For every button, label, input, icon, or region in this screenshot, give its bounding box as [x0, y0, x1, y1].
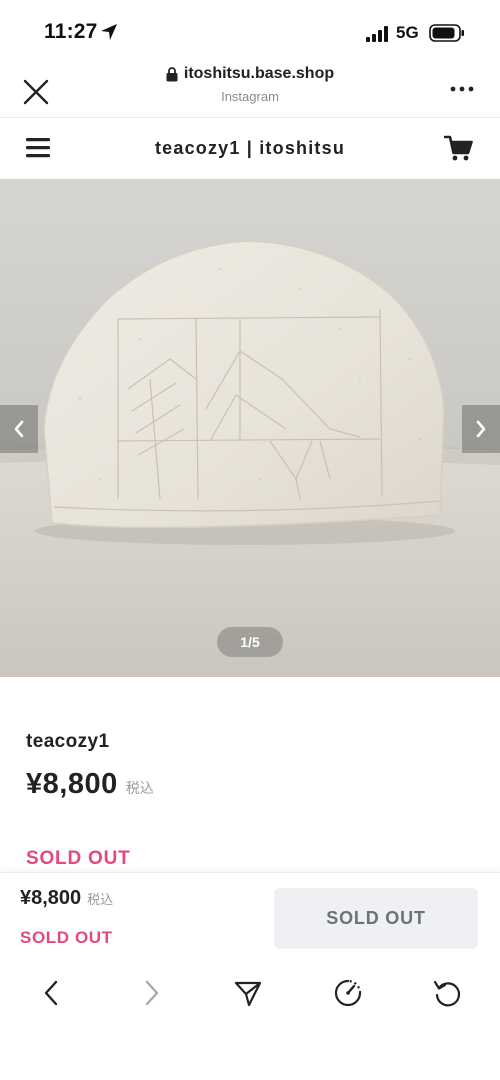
carousel-prev-button[interactable]	[0, 405, 38, 453]
purchase-bar-price: ¥8,800	[20, 887, 82, 909]
lock-icon	[166, 66, 178, 81]
chevron-left-icon	[14, 420, 24, 438]
source-app-label: Instagram	[221, 89, 279, 104]
in-app-browser-bar: itoshitsu.base.shop Instagram	[0, 62, 500, 118]
product-photo[interactable]	[0, 179, 500, 677]
image-counter: 1/5	[217, 627, 283, 657]
chevron-right-icon	[476, 420, 486, 438]
shop-header: teacozy1 | itoshitsu	[0, 119, 500, 179]
carousel-next-button[interactable]	[462, 405, 500, 453]
product-price: ¥8,800	[26, 768, 118, 800]
close-icon[interactable]	[20, 76, 52, 108]
share-icon[interactable]	[233, 978, 263, 1008]
status-time: 11:27	[44, 20, 98, 43]
speed-dial-icon[interactable]	[333, 978, 363, 1008]
sold-out-button[interactable]: SOLD OUT	[274, 888, 478, 949]
stock-status: SOLD OUT	[26, 848, 131, 869]
tax-included-label: 税込	[125, 780, 154, 796]
reload-icon[interactable]	[432, 978, 462, 1008]
page-url: itoshitsu.base.shop	[183, 65, 335, 82]
menu-icon[interactable]	[26, 136, 52, 160]
network-type: 5G	[396, 23, 419, 42]
forward-icon[interactable]	[136, 978, 166, 1008]
shop-title[interactable]: teacozy1 | itoshitsu	[100, 138, 400, 159]
browser-toolbar	[0, 962, 500, 1024]
product-name: teacozy1	[26, 731, 110, 752]
product-image-carousel[interactable]: 1/5	[0, 179, 500, 677]
back-icon[interactable]	[37, 978, 67, 1008]
status-bar: 11:27 5G	[0, 0, 500, 62]
location-arrow-icon	[101, 24, 117, 40]
purchase-bar-price-row: ¥8,800 税込	[20, 887, 113, 910]
product-price-row: ¥8,800 税込	[26, 768, 154, 801]
address-bar[interactable]: itoshitsu.base.shop Instagram	[100, 65, 400, 104]
purchase-bar-stock-status: SOLD OUT	[20, 928, 113, 947]
more-icon[interactable]	[448, 84, 476, 94]
purchase-bar: ¥8,800 税込 SOLD OUT SOLD OUT	[0, 872, 500, 962]
cellular-signal-icon	[366, 26, 388, 42]
cart-icon[interactable]	[444, 134, 474, 162]
purchase-bar-tax-label: 税込	[87, 892, 114, 907]
battery-icon	[429, 24, 464, 42]
